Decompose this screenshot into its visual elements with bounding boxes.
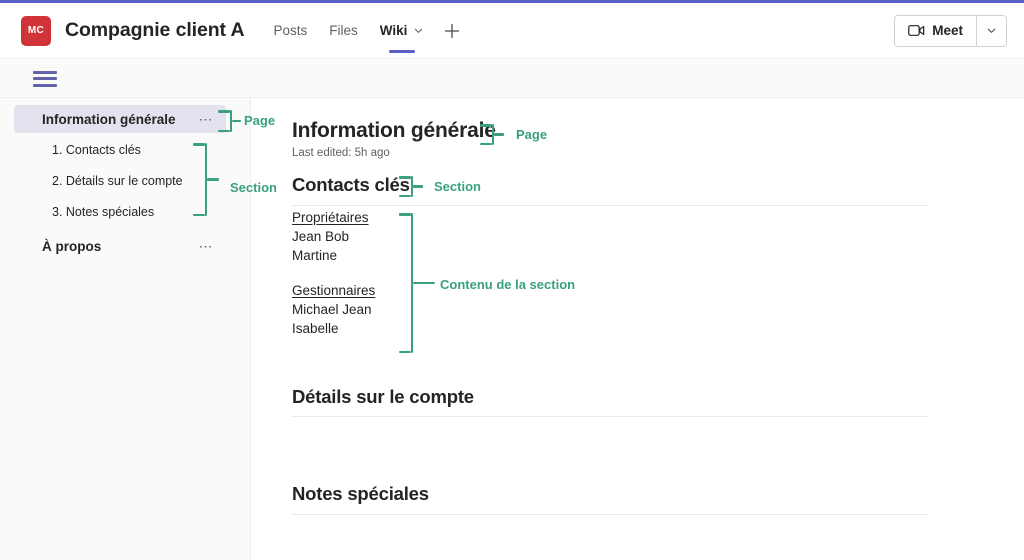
sidebar-section-label: 3. Notes spéciales	[52, 205, 155, 219]
ellipsis-icon[interactable]: ⋯	[199, 112, 215, 126]
chevron-down-icon[interactable]	[413, 25, 424, 36]
add-tab-button[interactable]	[435, 3, 469, 59]
contacts-group1-item: Jean Bob	[292, 229, 350, 244]
contacts-group1-item: Martine	[292, 248, 338, 263]
tab-wiki-label: Wiki	[379, 23, 408, 38]
meet-button-group: Meet	[894, 14, 1007, 47]
section-divider	[292, 416, 929, 417]
tab-posts[interactable]: Posts	[263, 3, 319, 59]
ellipsis-icon[interactable]: ⋯	[199, 239, 215, 253]
contacts-group2-title: Gestionnaires	[292, 283, 376, 298]
sidebar-section-label: 1. Contacts clés	[52, 143, 141, 157]
last-edited-label: Last edited: 5h ago	[292, 147, 390, 159]
contacts-group2-item: Isabelle	[292, 321, 339, 336]
section-heading-contacts-cles: Contacts clés	[292, 174, 410, 195]
contacts-group2-item: Michael Jean	[292, 302, 372, 317]
app-root: MC Compagnie client A Posts Files Wiki M…	[0, 0, 1024, 560]
team-title: Compagnie client A	[65, 19, 245, 41]
sidebar-section-label: 2. Détails sur le compte	[52, 174, 183, 188]
tab-wiki[interactable]: Wiki	[369, 3, 436, 59]
sidebar-section-notes-speciales[interactable]: 3. Notes spéciales	[52, 205, 154, 219]
sidebar-page-a-propos[interactable]: À propos ⋯	[14, 234, 226, 258]
section-divider	[292, 514, 929, 515]
tab-bar: Posts Files Wiki	[263, 3, 470, 59]
section-divider	[292, 205, 929, 206]
meet-button[interactable]: Meet	[895, 15, 976, 46]
meet-button-label: Meet	[932, 23, 963, 38]
team-avatar: MC	[21, 15, 51, 46]
section-content-contacts-cles[interactable]: Propriétaires Jean Bob Martine Gestionna…	[292, 210, 375, 338]
hamburger-menu-icon[interactable]	[33, 70, 57, 88]
tab-posts-label: Posts	[273, 23, 308, 38]
video-camera-icon	[908, 25, 925, 36]
section-heading-details-sur-le-compte: Détails sur le compte	[292, 386, 474, 407]
sidebar-page-label: À propos	[42, 238, 102, 254]
sidebar-section-details-sur-le-compte[interactable]: 2. Détails sur le compte	[52, 174, 183, 188]
header-actions: Meet	[894, 14, 1007, 47]
chevron-down-icon	[987, 28, 996, 33]
sidebar-page-information-generale[interactable]: Information générale ⋯	[14, 105, 226, 133]
page-title: Information générale	[292, 119, 496, 142]
plus-icon	[445, 23, 460, 38]
wiki-sidebar: Information générale ⋯ 1. Contacts clés …	[0, 98, 251, 560]
sidebar-section-contacts-cles[interactable]: 1. Contacts clés	[52, 143, 141, 157]
wiki-main-content: Information générale Last edited: 5h ago…	[251, 98, 1024, 560]
sidebar-page-label: Information générale	[42, 111, 176, 127]
wiki-toolbar	[0, 60, 1024, 98]
tab-files[interactable]: Files	[318, 3, 369, 59]
section-heading-notes-speciales: Notes spéciales	[292, 483, 429, 504]
contacts-group1-title: Propriétaires	[292, 210, 369, 225]
tab-files-label: Files	[329, 23, 358, 38]
meet-dropdown-button[interactable]	[976, 15, 1006, 46]
team-avatar-initials: MC	[27, 25, 45, 36]
team-header: MC Compagnie client A Posts Files Wiki M…	[0, 3, 1024, 59]
